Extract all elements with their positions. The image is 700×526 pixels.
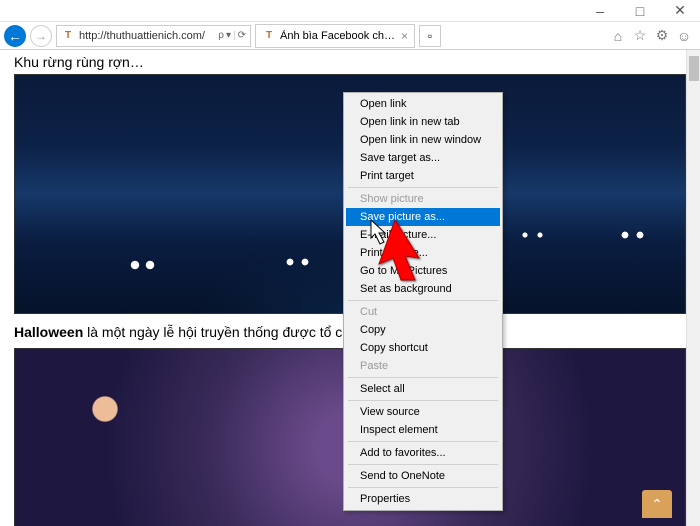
menu-separator — [348, 400, 498, 401]
menu-item-open-link-in-new-tab[interactable]: Open link in new tab — [346, 113, 500, 131]
menu-separator — [348, 187, 498, 188]
menu-separator — [348, 464, 498, 465]
dropdown-icon[interactable]: ▾ — [226, 30, 231, 41]
vertical-scrollbar[interactable] — [686, 50, 700, 526]
menu-item-select-all[interactable]: Select all — [346, 380, 500, 398]
desc-rest: là một ngày lễ hội truyền thống được tổ … — [83, 324, 385, 340]
back-button[interactable]: ← — [4, 25, 26, 47]
settings-gear-icon[interactable]: ⚙ — [654, 27, 670, 44]
menu-item-properties[interactable]: Properties — [346, 490, 500, 508]
menu-item-view-source[interactable]: View source — [346, 403, 500, 421]
menu-item-show-picture: Show picture — [346, 190, 500, 208]
menu-item-go-to-my-pictures[interactable]: Go to My Pictures — [346, 262, 500, 280]
menu-separator — [348, 300, 498, 301]
context-menu: Open linkOpen link in new tabOpen link i… — [343, 92, 503, 511]
close-window-button[interactable]: ✕ — [660, 0, 700, 22]
menu-item-save-picture-as[interactable]: Save picture as... — [346, 208, 500, 226]
menu-item-print-picture[interactable]: Print picture... — [346, 244, 500, 262]
menu-separator — [348, 441, 498, 442]
menu-item-inspect-element[interactable]: Inspect element — [346, 421, 500, 439]
menu-item-copy[interactable]: Copy — [346, 321, 500, 339]
menu-item-save-target-as[interactable]: Save target as... — [346, 149, 500, 167]
menu-item-paste: Paste — [346, 357, 500, 375]
image-caption: Khu rừng rùng rợn… — [14, 50, 686, 74]
menu-separator — [348, 487, 498, 488]
url-field-wrap: T ρ ▾ | ⟳ — [56, 25, 251, 47]
maximize-button[interactable]: □ — [620, 0, 660, 22]
window-titlebar: – □ ✕ — [0, 0, 700, 22]
toolbar-right: ⌂ ☆ ⚙ ☺ — [610, 27, 696, 44]
url-controls: ρ ▾ | ⟳ — [218, 30, 246, 41]
menu-item-send-to-onenote[interactable]: Send to OneNote — [346, 467, 500, 485]
menu-item-open-link-in-new-window[interactable]: Open link in new window — [346, 131, 500, 149]
browser-tab[interactable]: T Ảnh bìa Facebook chủ đề H... × — [255, 24, 415, 48]
browser-window: – □ ✕ ← → T ρ ▾ | ⟳ T Ảnh bìa Facebook c… — [0, 0, 700, 526]
close-tab-icon[interactable]: × — [401, 29, 408, 43]
menu-item-copy-shortcut[interactable]: Copy shortcut — [346, 339, 500, 357]
menu-item-open-link[interactable]: Open link — [346, 95, 500, 113]
menu-item-e-mail-picture[interactable]: E-mail picture... — [346, 226, 500, 244]
menu-item-print-target[interactable]: Print target — [346, 167, 500, 185]
tab-favicon-icon: T — [262, 29, 276, 43]
address-bar: ← → T ρ ▾ | ⟳ T Ảnh bìa Facebook chủ đề … — [0, 22, 700, 50]
feedback-smiley-icon[interactable]: ☺ — [676, 28, 692, 44]
tab-title: Ảnh bìa Facebook chủ đề H... — [280, 30, 397, 42]
desc-keyword: Halloween — [14, 324, 83, 340]
menu-item-cut: Cut — [346, 303, 500, 321]
menu-separator — [348, 377, 498, 378]
scrollbar-thumb[interactable] — [689, 56, 699, 81]
new-tab-button[interactable]: ▫ — [419, 25, 441, 47]
site-favicon-icon: T — [61, 29, 75, 43]
home-icon[interactable]: ⌂ — [610, 28, 626, 44]
favorites-icon[interactable]: ☆ — [632, 27, 648, 44]
forward-button[interactable]: → — [30, 25, 52, 47]
minimize-button[interactable]: – — [580, 0, 620, 22]
scroll-to-top-button[interactable]: ⌃ — [642, 490, 672, 518]
url-input[interactable] — [79, 30, 214, 42]
search-icon[interactable]: ρ — [218, 30, 224, 41]
menu-item-set-as-background[interactable]: Set as background — [346, 280, 500, 298]
refresh-icon[interactable]: ⟳ — [238, 30, 246, 41]
menu-item-add-to-favorites[interactable]: Add to favorites... — [346, 444, 500, 462]
